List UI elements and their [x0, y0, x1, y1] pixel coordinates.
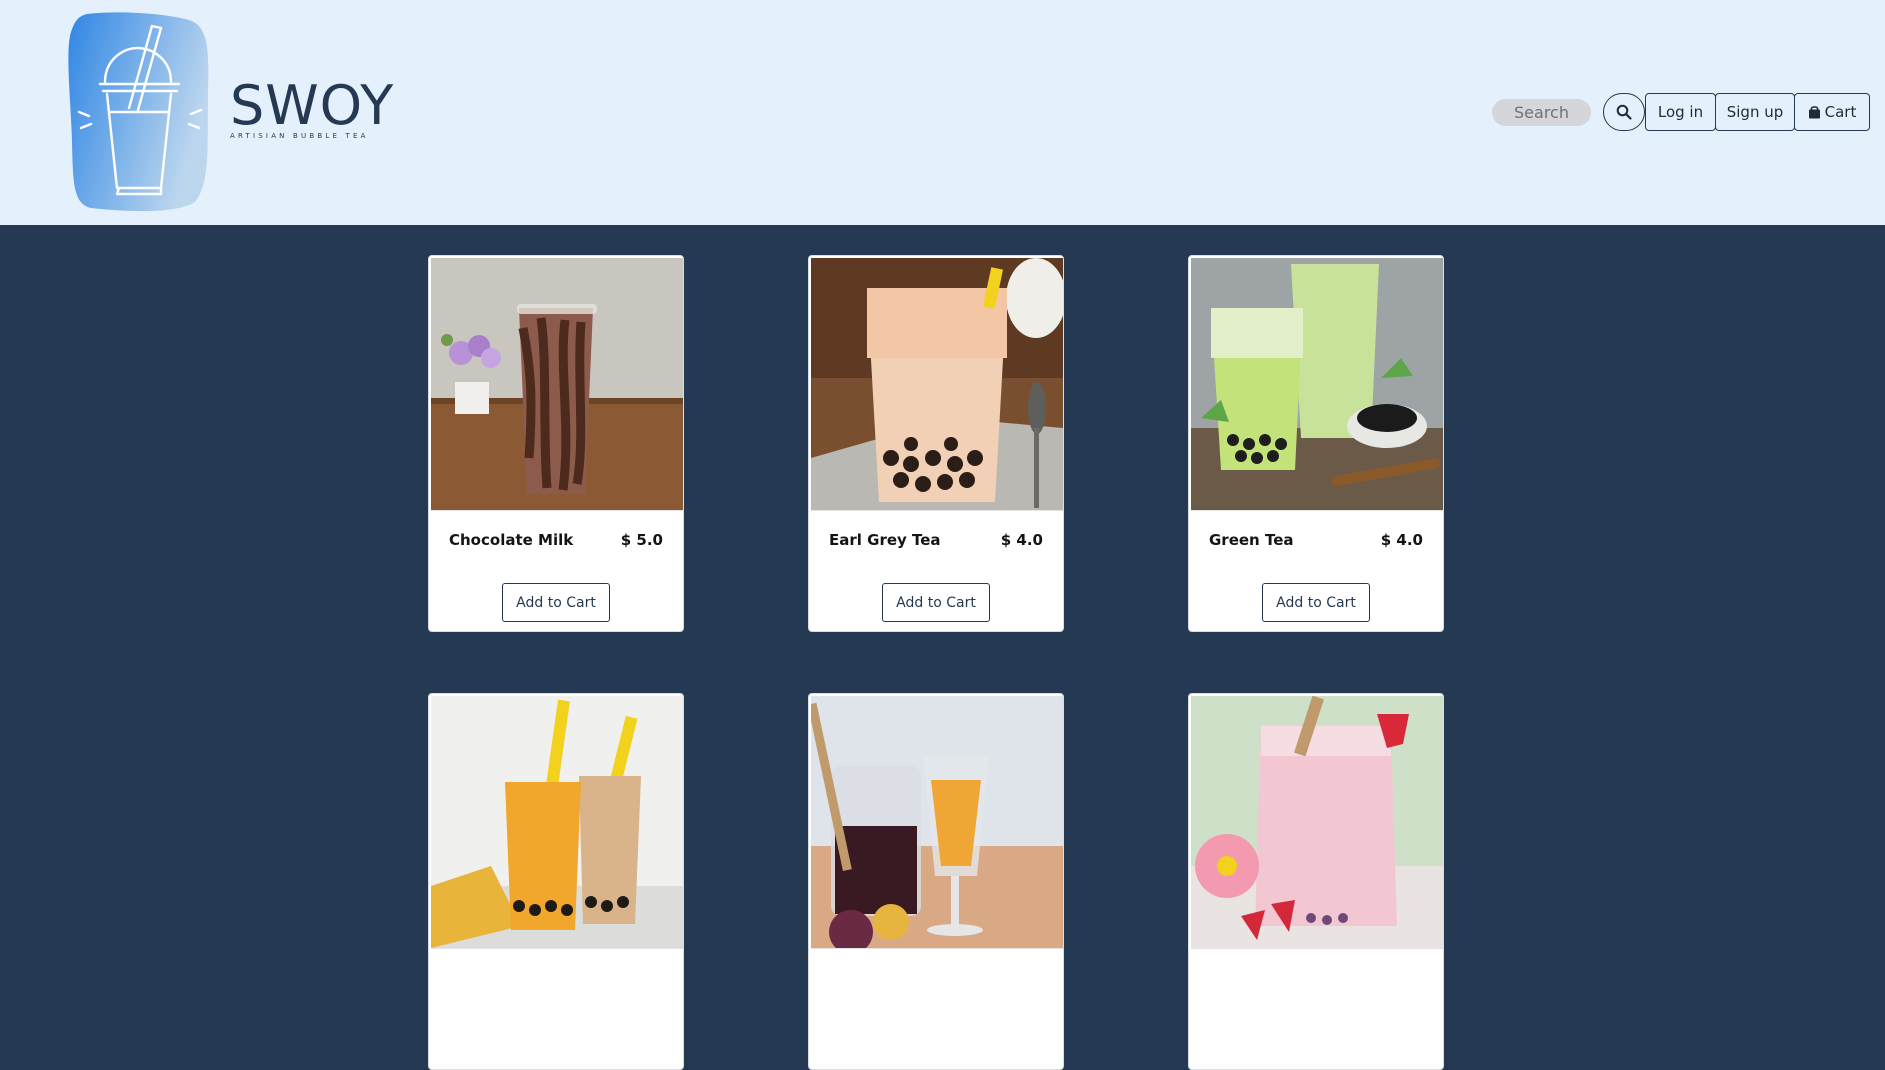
product-card: [428, 693, 684, 1070]
product-card: [1188, 693, 1444, 1070]
add-to-cart-button[interactable]: Add to Cart: [502, 583, 610, 622]
search-icon: [1616, 104, 1632, 120]
add-to-cart-button[interactable]: Add to Cart: [882, 583, 990, 622]
site-header: SWOY ARTISIAN BUBBLE TEA Log in Sign up …: [0, 0, 1885, 225]
brand-name: SWOY: [230, 74, 395, 137]
login-button[interactable]: Log in: [1645, 93, 1716, 131]
product-name: Green Tea: [1209, 531, 1294, 549]
add-to-cart-button[interactable]: Add to Cart: [1262, 583, 1370, 622]
signup-button[interactable]: Sign up: [1715, 93, 1795, 131]
product-card: Green Tea $ 4.0 Add to Cart: [1188, 255, 1444, 632]
product-card: Earl Grey Tea $ 4.0 Add to Cart: [808, 255, 1064, 632]
product-card: [808, 693, 1064, 1070]
signup-label: Sign up: [1726, 103, 1784, 121]
strawberry-milk-photo: [1191, 696, 1443, 949]
cart-button[interactable]: Cart: [1794, 93, 1870, 131]
product-price: $ 4.0: [1380, 531, 1423, 549]
product-price: $ 5.0: [620, 531, 663, 549]
logo-icon[interactable]: [67, 12, 211, 212]
shopping-bag-icon: [1808, 106, 1820, 119]
brand: SWOY ARTISIAN BUBBLE TEA: [230, 74, 395, 141]
product-name: Earl Grey Tea: [829, 531, 941, 549]
passion-fruit-tea-photo: [811, 696, 1063, 949]
search-button[interactable]: [1603, 93, 1645, 131]
earl-grey-tea-photo: [811, 258, 1063, 511]
login-label: Log in: [1657, 103, 1704, 121]
green-tea-photo: [1191, 258, 1443, 511]
search-input[interactable]: [1492, 99, 1591, 126]
cart-label: Cart: [1824, 103, 1857, 121]
product-card: Chocolate Milk $ 5.0 Add to Cart: [428, 255, 684, 632]
product-price: $ 4.0: [1000, 531, 1043, 549]
product-name: Chocolate Milk: [449, 531, 574, 549]
mango-tea-photo: [431, 696, 683, 949]
chocolate-milk-photo: [431, 258, 683, 511]
